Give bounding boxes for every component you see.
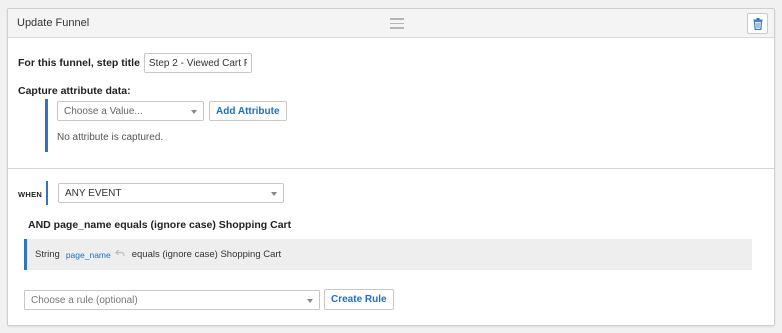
- trash-icon: [753, 18, 763, 30]
- drag-handle-icon[interactable]: [390, 18, 404, 29]
- panel-header: Update Funnel: [8, 9, 774, 38]
- update-funnel-panel: Update Funnel For this funnel, step titl…: [7, 8, 775, 326]
- event-select-value: ANY EVENT: [65, 188, 122, 199]
- event-select[interactable]: ANY EVENT: [58, 183, 284, 203]
- condition-type: String: [35, 249, 60, 260]
- panel-title: Update Funnel: [17, 17, 90, 29]
- when-accent-bar: [46, 181, 48, 205]
- attribute-capture-block: Choose a Value... Add Attribute No attri…: [45, 99, 305, 152]
- condition-field-link[interactable]: page_name: [66, 250, 111, 260]
- attribute-select-placeholder: Choose a Value...: [64, 106, 143, 117]
- condition-summary: AND page_name equals (ignore case) Shopp…: [28, 219, 292, 231]
- funnel-step-settings: For this funnel, step title Capture attr…: [8, 39, 774, 169]
- chevron-down-icon: [191, 110, 197, 114]
- chevron-down-icon: [307, 299, 313, 303]
- when-label: WHEN: [18, 190, 43, 199]
- step-title-input[interactable]: [143, 53, 252, 73]
- step-title-label: For this funnel, step title: [18, 57, 140, 69]
- rule-select[interactable]: Choose a rule (optional): [24, 290, 320, 310]
- delete-button[interactable]: [747, 13, 768, 34]
- undo-arrow-icon[interactable]: [114, 249, 125, 260]
- no-attribute-text: No attribute is captured.: [57, 132, 164, 143]
- chevron-down-icon: [271, 192, 277, 196]
- condition-operator-value: equals (ignore case) Shopping Cart: [131, 249, 282, 260]
- condition-row: String page_name equals (ignore case) Sh…: [24, 239, 752, 270]
- step-title-row: For this funnel, step title: [18, 53, 252, 73]
- capture-attribute-label: Capture attribute data:: [18, 85, 131, 97]
- rule-select-placeholder: Choose a rule (optional): [31, 295, 138, 306]
- create-rule-button[interactable]: Create Rule: [324, 289, 394, 310]
- add-attribute-button[interactable]: Add Attribute: [209, 101, 287, 121]
- attribute-value-select[interactable]: Choose a Value...: [57, 101, 204, 121]
